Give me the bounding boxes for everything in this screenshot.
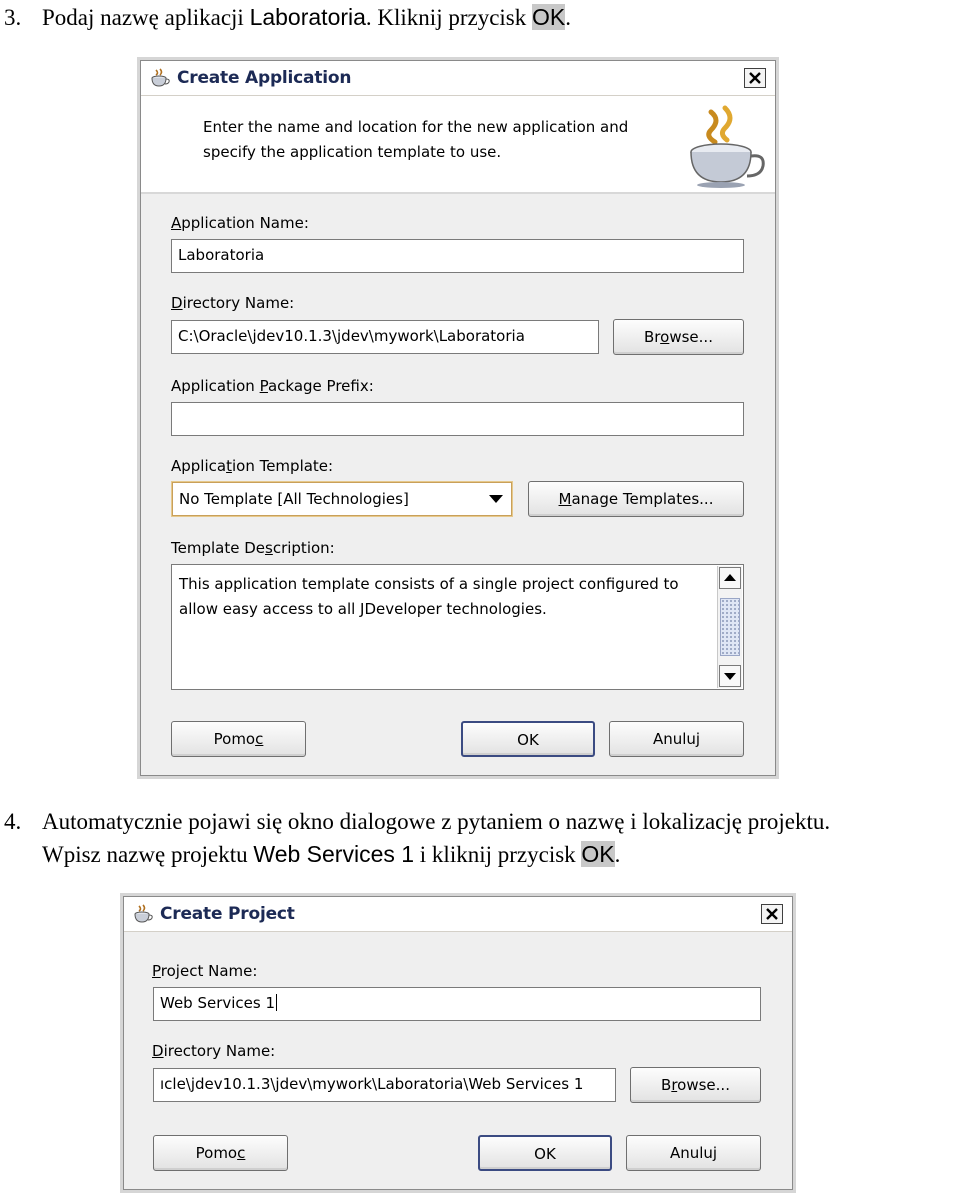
dialog-title: Create Project xyxy=(160,904,295,924)
browse-button[interactable]: Browse... xyxy=(613,319,744,355)
create-project-dialog: Create Project Project Name: Web Service… xyxy=(123,896,793,1190)
arrow-down-icon xyxy=(724,673,736,680)
step-3-instruction: 3. Podaj nazwę aplikacji Laboratoria. Kli… xyxy=(4,4,571,30)
directory-name-input[interactable]: C:\Oracle\jdev10.1.3\jdev\mywork\Laborat… xyxy=(171,320,599,354)
application-template-select[interactable]: No Template [All Technologies] xyxy=(172,482,512,516)
application-name-label: Application Name: xyxy=(171,214,309,232)
project-name-highlight: Web Services 1 xyxy=(253,841,415,867)
scroll-thumb[interactable] xyxy=(720,598,740,656)
title-bar: Create Project xyxy=(124,897,792,932)
close-icon xyxy=(749,72,761,84)
directory-name-label: Directory Name: xyxy=(152,1042,276,1060)
dialog-header: Enter the name and location for the new … xyxy=(141,96,775,194)
application-template-label: Application Template: xyxy=(171,457,334,475)
text-cursor xyxy=(276,994,278,1011)
close-button[interactable] xyxy=(744,68,766,88)
arrow-up-icon xyxy=(724,574,736,581)
template-description-label: Template Description: xyxy=(171,539,335,557)
vertical-scrollbar[interactable] xyxy=(717,566,742,688)
java-cup-icon xyxy=(134,904,153,923)
template-description-box[interactable]: This application template consists of a … xyxy=(171,564,744,690)
step-3-number: 3. xyxy=(4,5,22,30)
manage-templates-button[interactable]: Manage Templates... xyxy=(528,481,744,517)
help-button[interactable]: Pomoc xyxy=(171,721,306,757)
header-description: Enter the name and location for the new … xyxy=(203,118,629,161)
java-cup-icon xyxy=(690,105,765,188)
application-name-input[interactable]: Laboratoria xyxy=(171,239,744,273)
create-application-dialog: Create Application Enter the name and lo… xyxy=(140,60,776,776)
step-4-instruction: 4. Automatycznie pojawi się okno dialogow… xyxy=(4,809,831,867)
project-name-input[interactable]: Web Services 1 xyxy=(153,987,761,1021)
cancel-button[interactable]: Anuluj xyxy=(626,1135,761,1171)
template-description-text: This application template consists of a … xyxy=(179,575,679,618)
project-name-label: Project Name: xyxy=(152,962,258,980)
ok-button[interactable]: OK xyxy=(461,721,595,757)
ok-highlight: OK xyxy=(532,4,566,30)
directory-name-label: Directory Name: xyxy=(171,294,295,312)
close-button[interactable] xyxy=(761,904,783,924)
ok-button[interactable]: OK xyxy=(478,1135,612,1171)
close-icon xyxy=(766,908,778,920)
ok-highlight: OK xyxy=(581,841,615,867)
chevron-down-icon xyxy=(489,495,503,503)
title-bar: Create Application xyxy=(141,61,775,96)
cancel-button[interactable]: Anuluj xyxy=(609,721,744,757)
help-button[interactable]: Pomoc xyxy=(153,1135,288,1171)
scroll-up-button[interactable] xyxy=(719,567,741,589)
scroll-down-button[interactable] xyxy=(719,665,741,687)
package-prefix-input[interactable] xyxy=(171,402,744,436)
app-name-highlight: Laboratoria xyxy=(249,4,366,30)
browse-button[interactable]: Browse... xyxy=(630,1067,761,1103)
step-4-number: 4. xyxy=(4,809,22,834)
package-prefix-label: Application Package Prefix: xyxy=(171,377,374,395)
java-cup-icon xyxy=(151,68,170,87)
dialog-title: Create Application xyxy=(177,68,352,88)
directory-name-input[interactable]: ıcle\jdev10.1.3\jdev\mywork\Laboratoria\… xyxy=(153,1068,616,1102)
